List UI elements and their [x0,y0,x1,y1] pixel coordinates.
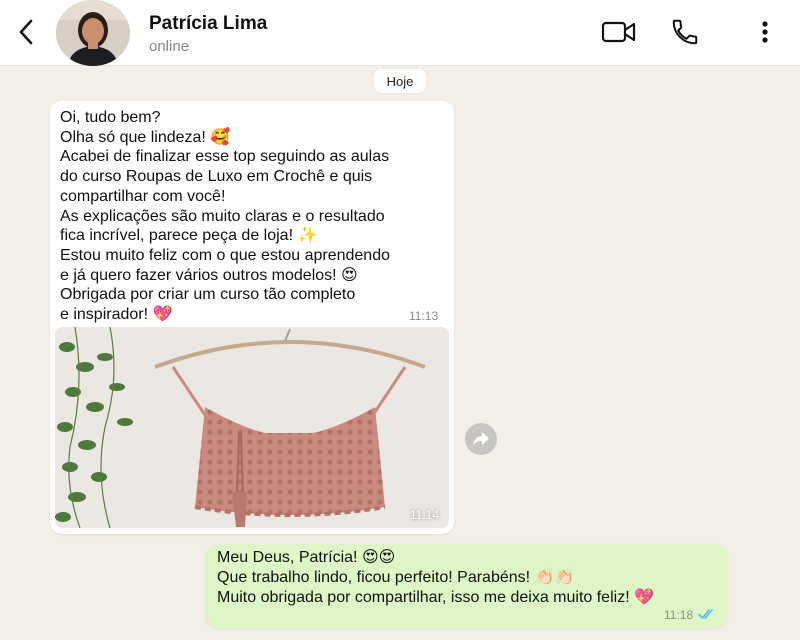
outgoing-message-bubble[interactable]: Meu Deus, Patrícia! 😍😍 Que trabalho lind… [206,544,727,628]
forward-arrow-icon [473,432,489,446]
crochet-top-photo [55,327,449,528]
menu-button[interactable] [747,16,783,48]
message-line: Oi, tudo bem? [60,109,161,126]
phone-icon [672,19,698,45]
message-line: Que trabalho lindo, ficou perfeito! Para… [217,569,575,586]
message-time: 11:13 [409,309,439,323]
message-line: Acabei de finalizar esse top seguindo as… [60,148,390,166]
date-chip: Hoje [374,69,426,93]
message-line: Olha só que lindeza! 🥰 [60,128,231,146]
forward-button[interactable] [465,423,497,455]
message-time: 11:18 [664,608,694,622]
voice-call-button[interactable] [667,16,703,48]
back-button[interactable] [12,16,40,48]
contact-name[interactable]: Patrícia Lima [149,13,267,35]
incoming-message-text: Oi, tudo bem? Olha só que lindeza! 🥰 Aca… [60,108,390,325]
video-call-button[interactable] [601,16,637,48]
double-check-read-icon [698,609,713,619]
message-line: do curso Roupas de Luxo em Crochê e quis [60,168,373,186]
message-line: compartilhar com você! [60,187,226,205]
more-vertical-icon [762,21,768,43]
chevron-left-icon [19,19,33,45]
avatar[interactable] [56,0,130,66]
message-line: Obrigada por criar um curso tão completo [60,286,356,304]
message-line: As explicações são muito claras e o resu… [60,207,385,225]
photo-attachment[interactable]: 11:14 [55,327,449,528]
message-line: fica incrível, parece peça de loja! ✨ [60,227,318,245]
message-line: Meu Deus, Patrícia! 😍😍 [217,549,396,566]
message-line: Estou muito feliz com o que estou aprend… [60,246,390,264]
contact-status: online [149,38,190,55]
message-line: e já quero fazer vários outros modelos! … [60,266,358,284]
message-line: Muito obrigada por compartilhar, isso me… [217,589,654,606]
chat-header: Patrícia Lima online [0,0,800,66]
outgoing-message-text: Meu Deus, Patrícia! 😍😍 Que trabalho lind… [217,548,654,608]
message-line: e inspirador! 💖 [60,306,173,324]
photo-time: 11:14 [409,508,439,522]
video-camera-icon [601,21,636,43]
